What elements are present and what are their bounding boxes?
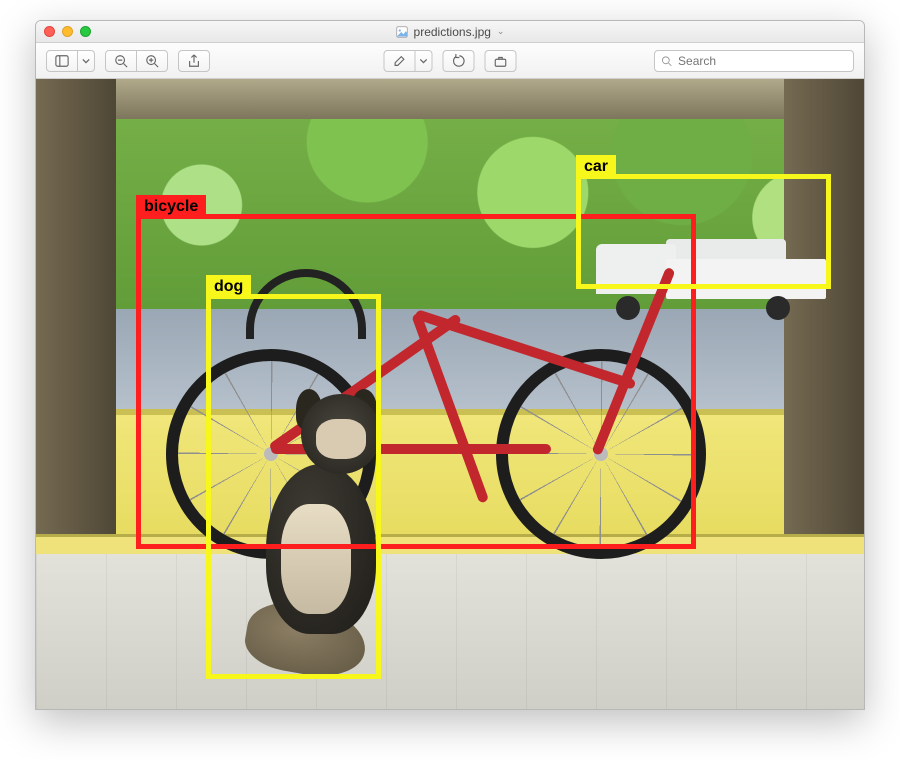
rotate-left-icon bbox=[452, 54, 466, 68]
chevron-down-icon bbox=[420, 57, 428, 65]
image-file-icon bbox=[396, 26, 408, 38]
share-icon bbox=[187, 54, 201, 68]
zoom-out-icon bbox=[114, 54, 128, 68]
detection-box-car: car bbox=[576, 174, 831, 289]
sidebar-icon bbox=[55, 54, 69, 68]
rotate-button[interactable] bbox=[443, 50, 475, 72]
zoom-button[interactable] bbox=[80, 26, 91, 37]
detection-label-dog: dog bbox=[206, 275, 251, 298]
minimize-button[interactable] bbox=[62, 26, 73, 37]
titlebar: predictions.jpg ⌄ bbox=[36, 21, 864, 43]
markup-icon bbox=[393, 54, 407, 68]
scene-pillar-right bbox=[784, 79, 864, 549]
toolbox-icon bbox=[494, 54, 508, 68]
scene-floor bbox=[36, 554, 864, 709]
toolbar bbox=[36, 43, 864, 79]
toolbox-button[interactable] bbox=[485, 50, 517, 72]
traffic-lights bbox=[44, 26, 91, 37]
chevron-down-icon bbox=[82, 57, 90, 65]
zoom-in-button[interactable] bbox=[137, 50, 168, 72]
title-chevron-icon[interactable]: ⌄ bbox=[497, 26, 505, 37]
preview-window: predictions.jpg ⌄ bbox=[35, 20, 865, 710]
toolbar-center bbox=[384, 50, 517, 72]
image-viewport[interactable]: bicycle car dog bbox=[36, 79, 864, 709]
markup-button[interactable] bbox=[384, 50, 416, 72]
markup-menu-button[interactable] bbox=[416, 50, 433, 72]
scene-pillar-left bbox=[36, 79, 116, 549]
sidebar-menu-button[interactable] bbox=[78, 50, 95, 72]
zoom-in-icon bbox=[145, 54, 159, 68]
window-title: predictions.jpg ⌄ bbox=[36, 25, 864, 39]
search-icon bbox=[661, 55, 672, 67]
window-filename: predictions.jpg bbox=[414, 25, 491, 39]
search-input[interactable] bbox=[676, 53, 847, 69]
share-button[interactable] bbox=[178, 50, 210, 72]
detection-label-car: car bbox=[576, 155, 616, 178]
search-field[interactable] bbox=[654, 50, 854, 72]
close-button[interactable] bbox=[44, 26, 55, 37]
scene-beam bbox=[36, 79, 864, 119]
zoom-out-button[interactable] bbox=[105, 50, 137, 72]
detection-label-bicycle: bicycle bbox=[136, 195, 206, 218]
sidebar-toggle-button[interactable] bbox=[46, 50, 78, 72]
detection-box-dog: dog bbox=[206, 294, 381, 679]
